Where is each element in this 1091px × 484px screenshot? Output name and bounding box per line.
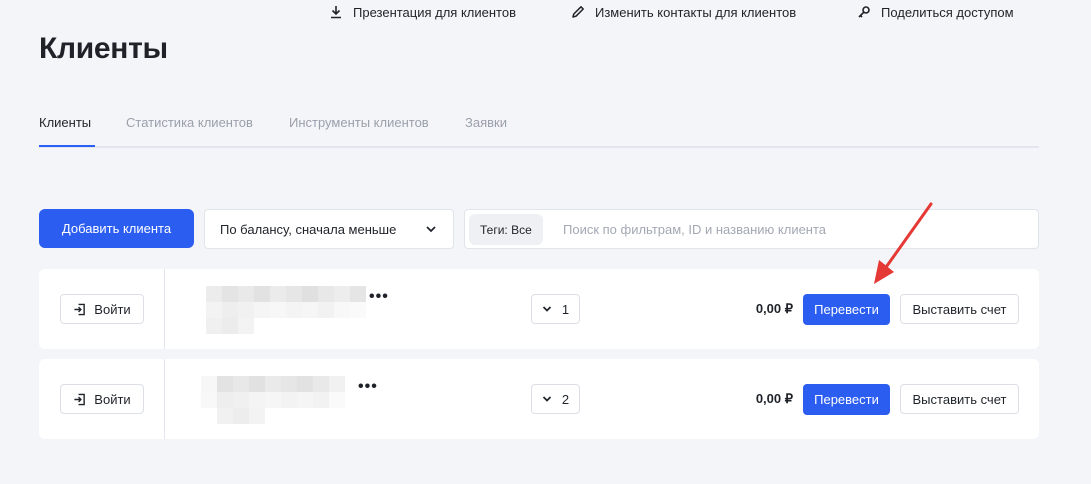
add-client-button[interactable]: Добавить клиента bbox=[39, 209, 194, 248]
tab-clients[interactable]: Клиенты bbox=[39, 115, 91, 130]
balance-value: 0,00 ₽ bbox=[755, 301, 793, 316]
tab-requests[interactable]: Заявки bbox=[465, 115, 507, 130]
tab-client-stats[interactable]: Статистика клиентов bbox=[126, 115, 253, 130]
login-button[interactable]: Войти bbox=[60, 384, 144, 414]
login-label: Войти bbox=[94, 391, 131, 407]
edit-contacts-link[interactable]: Изменить контакты для клиентов bbox=[571, 0, 796, 24]
client-name-redacted bbox=[201, 376, 345, 424]
expand-count-button[interactable]: 2 bbox=[531, 384, 580, 414]
tab-client-tools[interactable]: Инструменты клиентов bbox=[289, 115, 429, 130]
chevron-down-icon bbox=[542, 396, 551, 402]
login-label: Войти bbox=[94, 301, 131, 317]
chevron-down-icon bbox=[426, 226, 436, 233]
search-input[interactable] bbox=[563, 210, 1023, 248]
tabs: Клиенты Статистика клиентов Инструменты … bbox=[39, 100, 1039, 148]
chevron-down-icon bbox=[542, 306, 551, 312]
search-box: Теги: Все bbox=[464, 209, 1039, 249]
count-value: 2 bbox=[561, 391, 570, 407]
pencil-icon bbox=[572, 6, 584, 18]
login-icon bbox=[74, 303, 86, 315]
edit-contacts-label: Изменить контакты для клиентов bbox=[595, 4, 797, 20]
login-icon bbox=[74, 393, 86, 405]
more-dots-icon[interactable]: ••• bbox=[358, 378, 378, 396]
invoice-button[interactable]: Выставить счет bbox=[900, 384, 1019, 414]
client-name-redacted bbox=[206, 286, 366, 334]
active-tab-indicator bbox=[39, 145, 95, 147]
count-value: 1 bbox=[561, 301, 570, 317]
sort-select-value: По балансу, сначала меньше bbox=[220, 221, 397, 237]
sort-select[interactable]: По балансу, сначала меньше bbox=[204, 209, 454, 249]
transfer-button[interactable]: Перевести bbox=[803, 294, 890, 325]
annotation-arrow bbox=[874, 202, 933, 284]
row-divider bbox=[164, 359, 165, 439]
presentation-label: Презентация для клиентов bbox=[353, 4, 516, 20]
page-title: Клиенты bbox=[39, 32, 168, 65]
tags-filter-chip[interactable]: Теги: Все bbox=[469, 214, 543, 245]
share-access-link[interactable]: Поделиться доступом bbox=[857, 0, 1014, 24]
client-row: Войти ••• 2 0,00 ₽ Перевести Выставить с… bbox=[39, 359, 1039, 439]
balance-value: 0,00 ₽ bbox=[755, 391, 793, 406]
more-dots-icon[interactable]: ••• bbox=[369, 288, 389, 306]
row-divider bbox=[164, 269, 165, 349]
download-icon bbox=[331, 6, 341, 19]
invoice-button[interactable]: Выставить счет bbox=[900, 294, 1019, 324]
transfer-button[interactable]: Перевести bbox=[803, 384, 890, 415]
presentation-link[interactable]: Презентация для клиентов bbox=[329, 0, 516, 24]
key-icon bbox=[858, 6, 870, 18]
login-button[interactable]: Войти bbox=[60, 294, 144, 324]
share-access-label: Поделиться доступом bbox=[881, 4, 1014, 20]
expand-count-button[interactable]: 1 bbox=[531, 294, 580, 324]
